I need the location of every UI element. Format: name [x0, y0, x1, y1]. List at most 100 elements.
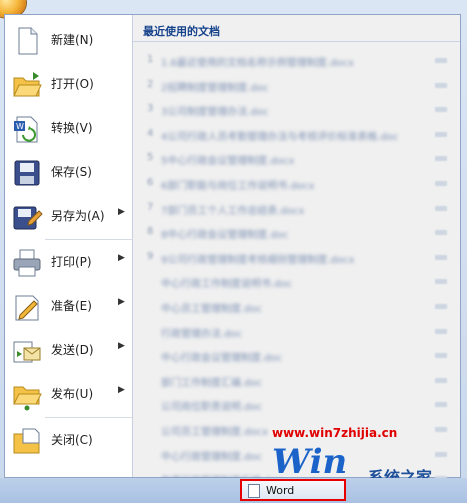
recent-document-name: 中心行政工作制度说明书.doc: [161, 279, 293, 291]
menu-separator: [45, 417, 133, 418]
recent-document-name: 8中心行政会议管理制度.doc: [161, 230, 289, 242]
recent-document-number: 8: [147, 226, 154, 238]
save-as-icon: [13, 206, 43, 230]
pin-icon[interactable]: [435, 205, 447, 211]
menu-item-open[interactable]: 打开(O): [5, 63, 133, 107]
recent-document-number: 6: [147, 177, 154, 188]
recent-document-name: 6部门职能与岗位工作说明书.docx: [161, 181, 315, 192]
recent-document-item[interactable]: 中心行政工作制度说明书.doc: [133, 270, 460, 294]
menu-item-send[interactable]: 发送(D) ▶: [5, 329, 133, 373]
pin-icon[interactable]: [435, 156, 447, 162]
close-folder-icon: [13, 428, 40, 454]
recent-document-item[interactable]: 5 5中心行政会议管理制度.docx: [133, 147, 460, 171]
printer-icon: [13, 249, 41, 277]
recent-document-name: 7部门员工个人工作总结表.docx: [161, 205, 305, 217]
taskbar-word-button[interactable]: Word: [240, 479, 346, 501]
recent-document-name: 5中心行政会议管理制度.docx: [161, 156, 295, 168]
watermark-url: www.win7zhijia.cn: [272, 426, 398, 440]
menu-item-label: 打印(P): [51, 255, 92, 269]
recent-document-item[interactable]: 中心员工管理制度.doc: [133, 295, 460, 319]
recent-document-name: 4公司行政人员考勤管理办法与考核评价标准表格.doc: [161, 131, 399, 143]
recent-document-number: 2: [147, 78, 154, 90]
pin-icon[interactable]: [435, 131, 447, 137]
menu-item-label: 发送(D): [51, 343, 94, 357]
menu-item-label: 发布(U): [51, 387, 94, 401]
menu-item-close[interactable]: 关闭(C): [5, 419, 133, 463]
pin-icon[interactable]: [435, 58, 447, 63]
pin-icon[interactable]: [435, 82, 447, 88]
taskbar: [0, 478, 467, 503]
win7-logo-text: Win: [272, 442, 348, 482]
recent-document-name: 2招聘制度管理制度.doc: [161, 82, 269, 94]
pin-icon[interactable]: [435, 328, 447, 334]
pin-icon[interactable]: [435, 402, 447, 408]
menu-item-label: 打开(O): [51, 77, 94, 91]
svg-text:W: W: [16, 122, 24, 131]
recent-document-item[interactable]: 行政管理办法.doc: [133, 320, 460, 344]
prepare-pencil-icon: [15, 295, 39, 321]
recent-document-item[interactable]: 3 3公司制度管理办法.doc: [133, 98, 460, 122]
pin-icon[interactable]: [435, 451, 447, 457]
menu-item-save[interactable]: 保存(S): [5, 151, 133, 195]
recent-documents-panel: 最近使用的文档 1 1.6最近使用的文档名称示例管理制度.docx 2 2招聘制度管理…: [133, 15, 460, 487]
window-frame: 新建(N) 打开(O) W 转换(V) 保存(S) 另存为(A) ▶ 打印(P)…: [0, 0, 467, 503]
recent-document-name: 中心行政会议管理制度.doc: [161, 353, 283, 365]
menu-item-label: 转换(V): [51, 121, 93, 135]
menu-separator: [45, 239, 133, 240]
recent-document-name: 部门工作制度汇编.doc: [161, 377, 263, 389]
menu-item-print[interactable]: 打印(P) ▶: [5, 241, 133, 285]
menu-item-prepare[interactable]: 准备(E) ▶: [5, 285, 133, 329]
menu-item-label: 保存(S): [51, 165, 92, 179]
recent-document-number: 5: [147, 152, 154, 164]
recent-document-item[interactable]: 2 2招聘制度管理制度.doc: [133, 74, 460, 98]
recent-document-name: 3公司制度管理办法.doc: [161, 107, 269, 119]
new-document-icon: [18, 27, 38, 55]
menu-item-label: 新建(N): [51, 33, 94, 47]
recent-document-item[interactable]: 9 9公司行政管理制度考核细则管理制度.docx: [133, 246, 460, 270]
publish-icon: [13, 386, 42, 411]
recent-document-item[interactable]: 中心行政会议管理制度.doc: [133, 344, 460, 368]
menu-item-label: 关闭(C): [51, 433, 93, 447]
recent-document-name: 公司岗位职责说明.doc: [161, 402, 263, 414]
menu-item-saveas[interactable]: 另存为(A) ▶: [5, 195, 133, 239]
pin-icon[interactable]: [435, 304, 447, 309]
pin-icon[interactable]: [435, 181, 447, 186]
menu-item-publish[interactable]: 发布(U) ▶: [5, 373, 133, 417]
recent-document-item[interactable]: 部门工作制度汇编.doc: [133, 369, 460, 393]
recent-document-number: 3: [147, 103, 154, 115]
recent-document-item[interactable]: 7 7部门员工个人工作总结表.docx: [133, 197, 460, 221]
recent-title-separator: [133, 41, 460, 42]
recent-document-item[interactable]: 1 1.6最近使用的文档名称示例管理制度.docx: [133, 49, 460, 73]
pin-icon[interactable]: [435, 377, 447, 383]
submenu-arrow-icon: ▶: [118, 341, 125, 351]
menu-item-new[interactable]: 新建(N): [5, 19, 133, 63]
recent-document-name: 公司员工管理制度.docx: [161, 427, 269, 438]
recent-document-number: 1: [147, 54, 154, 65]
pin-icon[interactable]: [435, 353, 447, 359]
recent-documents-title: 最近使用的文档: [143, 25, 220, 38]
submenu-arrow-icon: ▶: [118, 207, 125, 217]
recent-document-name: 中心员工管理制度.doc: [161, 304, 263, 315]
submenu-arrow-icon: ▶: [118, 385, 125, 395]
office-menu-commands: 新建(N) 打开(O) W 转换(V) 保存(S) 另存为(A) ▶ 打印(P)…: [5, 15, 133, 477]
recent-document-name: 9公司行政管理制度考核细则管理制度.docx: [161, 254, 355, 266]
pin-icon[interactable]: [435, 107, 447, 113]
send-icon: [13, 341, 41, 363]
menu-item-label: 准备(E): [51, 299, 92, 313]
recent-document-item[interactable]: 6 6部门职能与岗位工作说明书.docx: [133, 172, 460, 196]
recent-document-item[interactable]: 4 4公司行政人员考勤管理办法与考核评价标准表格.doc: [133, 123, 460, 147]
save-disk-icon: [14, 160, 40, 186]
menu-item-convert[interactable]: W 转换(V): [5, 107, 133, 151]
word-document-icon: [248, 484, 260, 498]
pin-icon[interactable]: [435, 279, 447, 285]
recent-document-name: 1.6最近使用的文档名称示例管理制度.docx: [161, 58, 354, 69]
taskbar-word-label: Word: [266, 484, 295, 497]
pin-icon[interactable]: [435, 230, 447, 236]
recent-document-name: 中心行政管理制度.doc: [161, 451, 263, 463]
pin-icon[interactable]: [435, 254, 447, 260]
recent-document-item[interactable]: 8 8中心行政会议管理制度.doc: [133, 221, 460, 245]
convert-icon: W: [14, 116, 38, 143]
recent-document-item[interactable]: 公司岗位职责说明.doc: [133, 393, 460, 417]
recent-document-number: 9: [147, 250, 154, 262]
pin-icon[interactable]: [435, 427, 447, 432]
